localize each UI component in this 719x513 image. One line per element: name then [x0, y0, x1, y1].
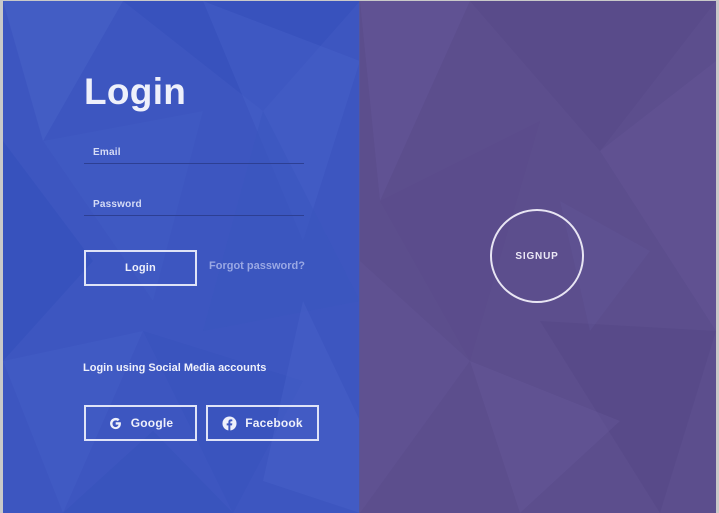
- auth-window: Login Email Password Login Forgot passwo…: [3, 1, 716, 513]
- google-button-label: Google: [130, 416, 174, 430]
- login-button[interactable]: Login: [84, 250, 197, 286]
- email-underline: [84, 163, 304, 164]
- forgot-password-link[interactable]: Forgot password?: [209, 260, 305, 272]
- password-underline: [84, 215, 304, 216]
- login-title: Login: [84, 71, 187, 112]
- facebook-button-label: Facebook: [245, 416, 303, 430]
- login-panel: Login Email Password Login Forgot passwo…: [3, 1, 360, 513]
- email-label: Email: [93, 147, 121, 158]
- google-login-button[interactable]: Google: [84, 405, 197, 441]
- social-login-caption: Login using Social Media accounts: [83, 362, 267, 374]
- facebook-login-button[interactable]: Facebook: [206, 405, 319, 441]
- facebook-logo-icon: [222, 415, 237, 431]
- signup-panel: SIGNUP: [360, 1, 716, 513]
- google-g-icon: [108, 416, 123, 431]
- signup-button[interactable]: SIGNUP: [490, 209, 584, 303]
- password-label: Password: [93, 199, 142, 210]
